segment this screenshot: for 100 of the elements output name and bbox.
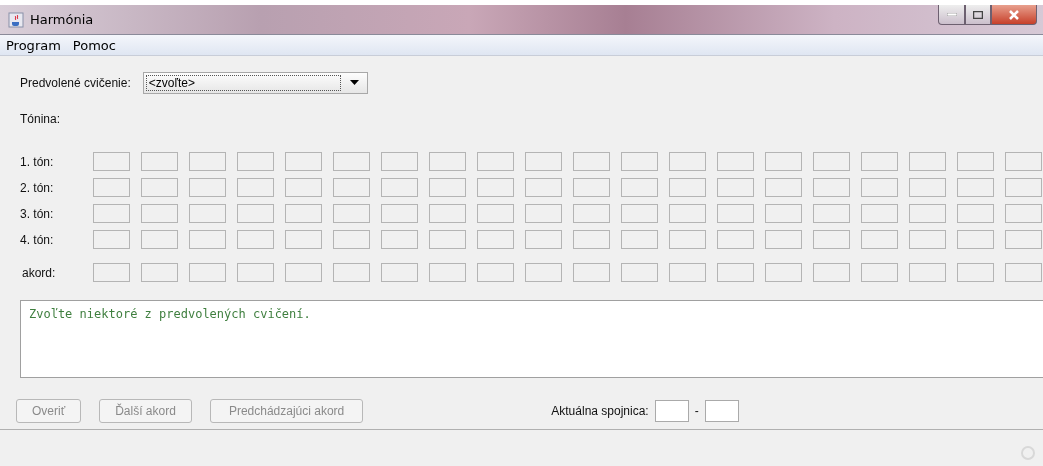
note-field[interactable]	[765, 230, 802, 249]
note-field[interactable]	[189, 178, 226, 197]
note-field[interactable]	[621, 178, 658, 197]
note-field[interactable]	[717, 204, 754, 223]
note-field[interactable]	[957, 263, 994, 282]
note-field[interactable]	[237, 230, 274, 249]
note-field[interactable]	[1005, 178, 1042, 197]
note-field[interactable]	[525, 263, 562, 282]
note-field[interactable]	[765, 152, 802, 171]
note-field[interactable]	[285, 204, 322, 223]
note-field[interactable]	[141, 152, 178, 171]
note-field[interactable]	[621, 263, 658, 282]
note-field[interactable]	[861, 230, 898, 249]
note-field[interactable]	[621, 152, 658, 171]
note-field[interactable]	[909, 152, 946, 171]
menu-item[interactable]: Program	[4, 37, 63, 53]
maximize-button[interactable]	[965, 5, 991, 25]
note-field[interactable]	[861, 178, 898, 197]
note-field[interactable]	[957, 204, 994, 223]
note-field[interactable]	[285, 178, 322, 197]
note-field[interactable]	[765, 263, 802, 282]
note-field[interactable]	[813, 152, 850, 171]
note-field[interactable]	[573, 263, 610, 282]
note-field[interactable]	[669, 263, 706, 282]
close-button[interactable]	[991, 5, 1037, 25]
note-field[interactable]	[333, 204, 370, 223]
note-field[interactable]	[477, 230, 514, 249]
note-field[interactable]	[717, 230, 754, 249]
note-field[interactable]	[669, 204, 706, 223]
note-field[interactable]	[669, 152, 706, 171]
note-field[interactable]	[477, 204, 514, 223]
note-field[interactable]	[525, 178, 562, 197]
note-field[interactable]	[429, 263, 466, 282]
note-field[interactable]	[1005, 152, 1042, 171]
connection-field[interactable]	[704, 400, 739, 422]
note-field[interactable]	[477, 178, 514, 197]
note-field[interactable]	[1005, 230, 1042, 249]
note-field[interactable]	[237, 152, 274, 171]
note-field[interactable]	[861, 152, 898, 171]
note-field[interactable]	[141, 263, 178, 282]
note-field[interactable]	[93, 152, 130, 171]
note-field[interactable]	[93, 178, 130, 197]
note-field[interactable]	[957, 230, 994, 249]
note-field[interactable]	[1005, 263, 1042, 282]
note-field[interactable]	[861, 263, 898, 282]
note-field[interactable]	[573, 178, 610, 197]
note-field[interactable]	[381, 178, 418, 197]
note-field[interactable]	[285, 263, 322, 282]
note-field[interactable]	[621, 204, 658, 223]
minimize-button[interactable]	[938, 5, 965, 25]
note-field[interactable]	[525, 152, 562, 171]
note-field[interactable]	[93, 263, 130, 282]
note-field[interactable]	[717, 178, 754, 197]
note-field[interactable]	[813, 230, 850, 249]
note-field[interactable]	[93, 230, 130, 249]
note-field[interactable]	[237, 263, 274, 282]
note-field[interactable]	[957, 178, 994, 197]
note-field[interactable]	[669, 230, 706, 249]
note-field[interactable]	[573, 152, 610, 171]
note-field[interactable]	[381, 263, 418, 282]
note-field[interactable]	[909, 178, 946, 197]
note-field[interactable]	[909, 263, 946, 282]
note-field[interactable]	[621, 230, 658, 249]
exercise-dropdown[interactable]: <zvoľte>	[142, 72, 368, 94]
note-field[interactable]	[429, 204, 466, 223]
menu-item[interactable]: Pomoc	[70, 37, 118, 53]
note-field[interactable]	[189, 204, 226, 223]
note-field[interactable]	[333, 263, 370, 282]
note-field[interactable]	[477, 152, 514, 171]
note-field[interactable]	[429, 230, 466, 249]
note-field[interactable]	[765, 204, 802, 223]
note-field[interactable]	[333, 230, 370, 249]
note-field[interactable]	[957, 152, 994, 171]
note-field[interactable]	[189, 152, 226, 171]
note-field[interactable]	[381, 230, 418, 249]
note-field[interactable]	[477, 263, 514, 282]
note-field[interactable]	[669, 178, 706, 197]
note-field[interactable]	[813, 263, 850, 282]
note-field[interactable]	[333, 178, 370, 197]
note-field[interactable]	[813, 204, 850, 223]
note-field[interactable]	[861, 204, 898, 223]
note-field[interactable]	[525, 204, 562, 223]
note-field[interactable]	[93, 204, 130, 223]
note-field[interactable]	[141, 204, 178, 223]
note-field[interactable]	[573, 230, 610, 249]
note-field[interactable]	[189, 230, 226, 249]
note-field[interactable]	[189, 263, 226, 282]
note-field[interactable]	[813, 178, 850, 197]
connection-field[interactable]	[654, 400, 689, 422]
note-field[interactable]	[429, 178, 466, 197]
note-field[interactable]	[909, 204, 946, 223]
note-field[interactable]	[285, 152, 322, 171]
note-field[interactable]	[381, 152, 418, 171]
note-field[interactable]	[141, 178, 178, 197]
note-field[interactable]	[909, 230, 946, 249]
note-field[interactable]	[141, 230, 178, 249]
note-field[interactable]	[525, 230, 562, 249]
note-field[interactable]	[717, 263, 754, 282]
note-field[interactable]	[285, 230, 322, 249]
note-field[interactable]	[429, 152, 466, 171]
